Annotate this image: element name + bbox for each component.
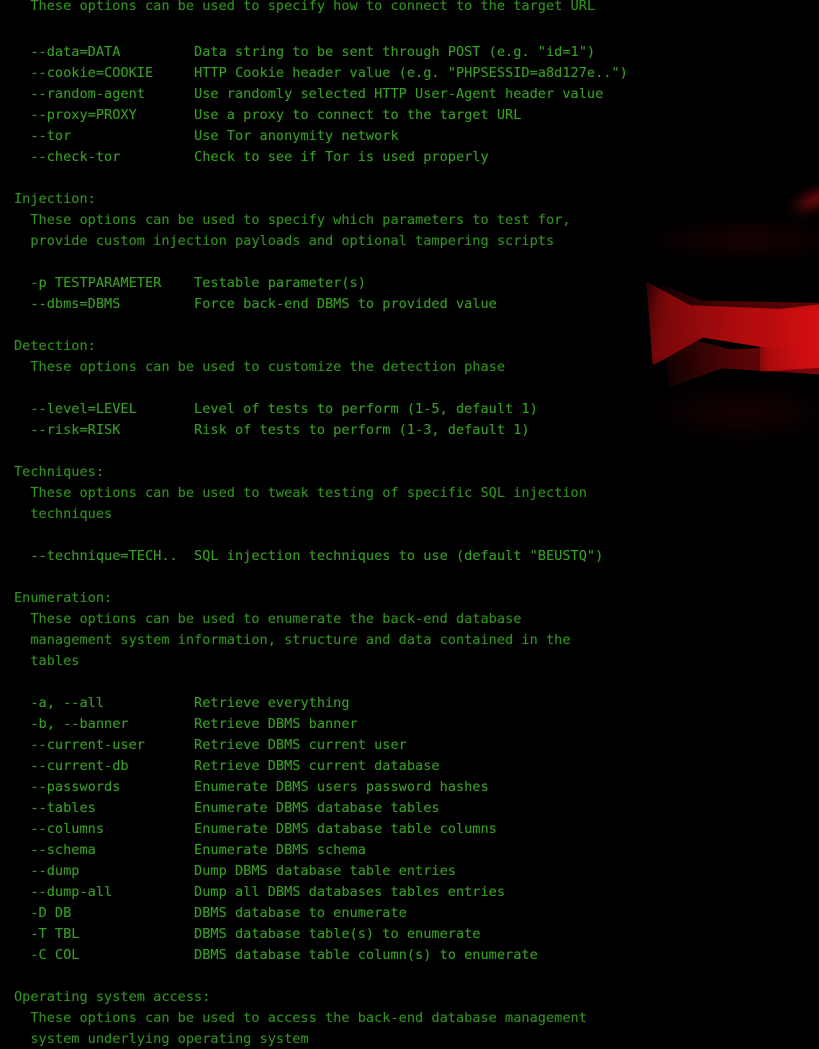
terminal-section-header: Enumeration: xyxy=(14,590,113,606)
terminal-option-line: -p TESTPARAMETER Testable parameter(s) xyxy=(14,275,366,291)
terminal-option-line: -D DB DBMS database to enumerate xyxy=(14,905,407,921)
terminal-option-line: --proxy=PROXY Use a proxy to connect to … xyxy=(14,107,522,123)
terminal-description-line: These options can be used to specify how… xyxy=(14,0,596,14)
terminal-option-line: --current-user Retrieve DBMS current use… xyxy=(14,737,407,753)
terminal-option-line: --technique=TECH.. SQL injection techniq… xyxy=(14,548,604,564)
terminal-option-line: --schema Enumerate DBMS schema xyxy=(14,842,366,858)
terminal-option-line: --risk=RISK Risk of tests to perform (1-… xyxy=(14,422,530,438)
terminal-option-line: --level=LEVEL Level of tests to perform … xyxy=(14,401,538,417)
terminal-description-line: These options can be used to enumerate t… xyxy=(14,611,522,627)
terminal-option-line: --cookie=COOKIE HTTP Cookie header value… xyxy=(14,65,628,81)
terminal-option-line: --dump-all Dump all DBMS databases table… xyxy=(14,884,506,900)
terminal-option-line: --tables Enumerate DBMS database tables xyxy=(14,800,440,816)
terminal-section-header: Techniques: xyxy=(14,464,105,480)
terminal-option-line: --tor Use Tor anonymity network xyxy=(14,128,399,144)
terminal-option-line: --current-db Retrieve DBMS current datab… xyxy=(14,758,440,774)
terminal-description-line: These options can be used to tweak testi… xyxy=(14,485,587,501)
terminal-option-line: --data=DATA Data string to be sent throu… xyxy=(14,44,596,60)
terminal-option-line: --dbms=DBMS Force back-end DBMS to provi… xyxy=(14,296,497,312)
terminal-option-line: -C COL DBMS database table column(s) to … xyxy=(14,947,538,963)
terminal-description-line: provide custom injection payloads and op… xyxy=(14,233,555,249)
terminal-option-line: --random-agent Use randomly selected HTT… xyxy=(14,86,604,102)
terminal-description-line: management system information, structure… xyxy=(14,632,571,648)
terminal-option-line: -T TBL DBMS database table(s) to enumera… xyxy=(14,926,481,942)
terminal-section-header: Injection: xyxy=(14,191,96,207)
terminal-description-line: techniques xyxy=(14,506,113,522)
terminal-option-line: -b, --banner Retrieve DBMS banner xyxy=(14,716,358,732)
terminal-option-line: --columns Enumerate DBMS database table … xyxy=(14,821,497,837)
terminal-option-line: --check-tor Check to see if Tor is used … xyxy=(14,149,489,165)
terminal-option-line: -a, --all Retrieve everything xyxy=(14,695,350,711)
terminal-window[interactable]: These options can be used to specify how… xyxy=(0,0,819,1049)
terminal-description-line: tables xyxy=(14,653,80,669)
terminal-output[interactable]: These options can be used to specify how… xyxy=(0,0,819,1049)
terminal-option-line: --dump Dump DBMS database table entries xyxy=(14,863,456,879)
terminal-description-line: These options can be used to specify whi… xyxy=(14,212,571,228)
terminal-option-line: --passwords Enumerate DBMS users passwor… xyxy=(14,779,489,795)
terminal-section-header: Detection: xyxy=(14,338,96,354)
terminal-section-header: Operating system access: xyxy=(14,989,211,1005)
terminal-description-line: These options can be used to access the … xyxy=(14,1010,587,1026)
terminal-description-line: system underlying operating system xyxy=(14,1031,309,1047)
terminal-description-line: These options can be used to customize t… xyxy=(14,359,506,375)
